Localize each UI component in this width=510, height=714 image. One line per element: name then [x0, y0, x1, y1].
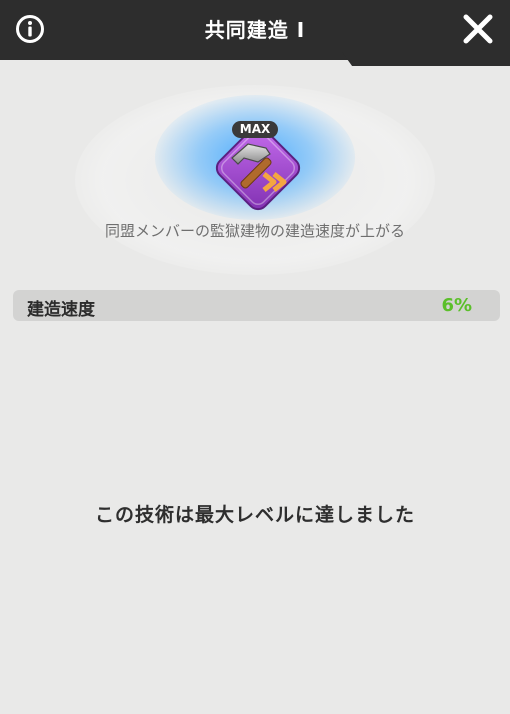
stat-label: 建造速度 — [27, 300, 95, 320]
max-badge: MAX — [232, 121, 278, 138]
skill-description: 同盟メンバーの監獄建物の建造速度が上がる — [104, 222, 405, 240]
max-level-message: この技術は最大レベルに達しました — [94, 504, 415, 526]
stat-value: 6% — [441, 295, 472, 316]
header-bar: 共同建造 I — [0, 0, 510, 60]
close-icon[interactable] — [462, 13, 494, 45]
stat-row-build-speed: 建造速度 6% — [13, 290, 500, 321]
header-tab-decoration — [342, 52, 510, 66]
page-title: 共同建造 I — [204, 18, 306, 42]
